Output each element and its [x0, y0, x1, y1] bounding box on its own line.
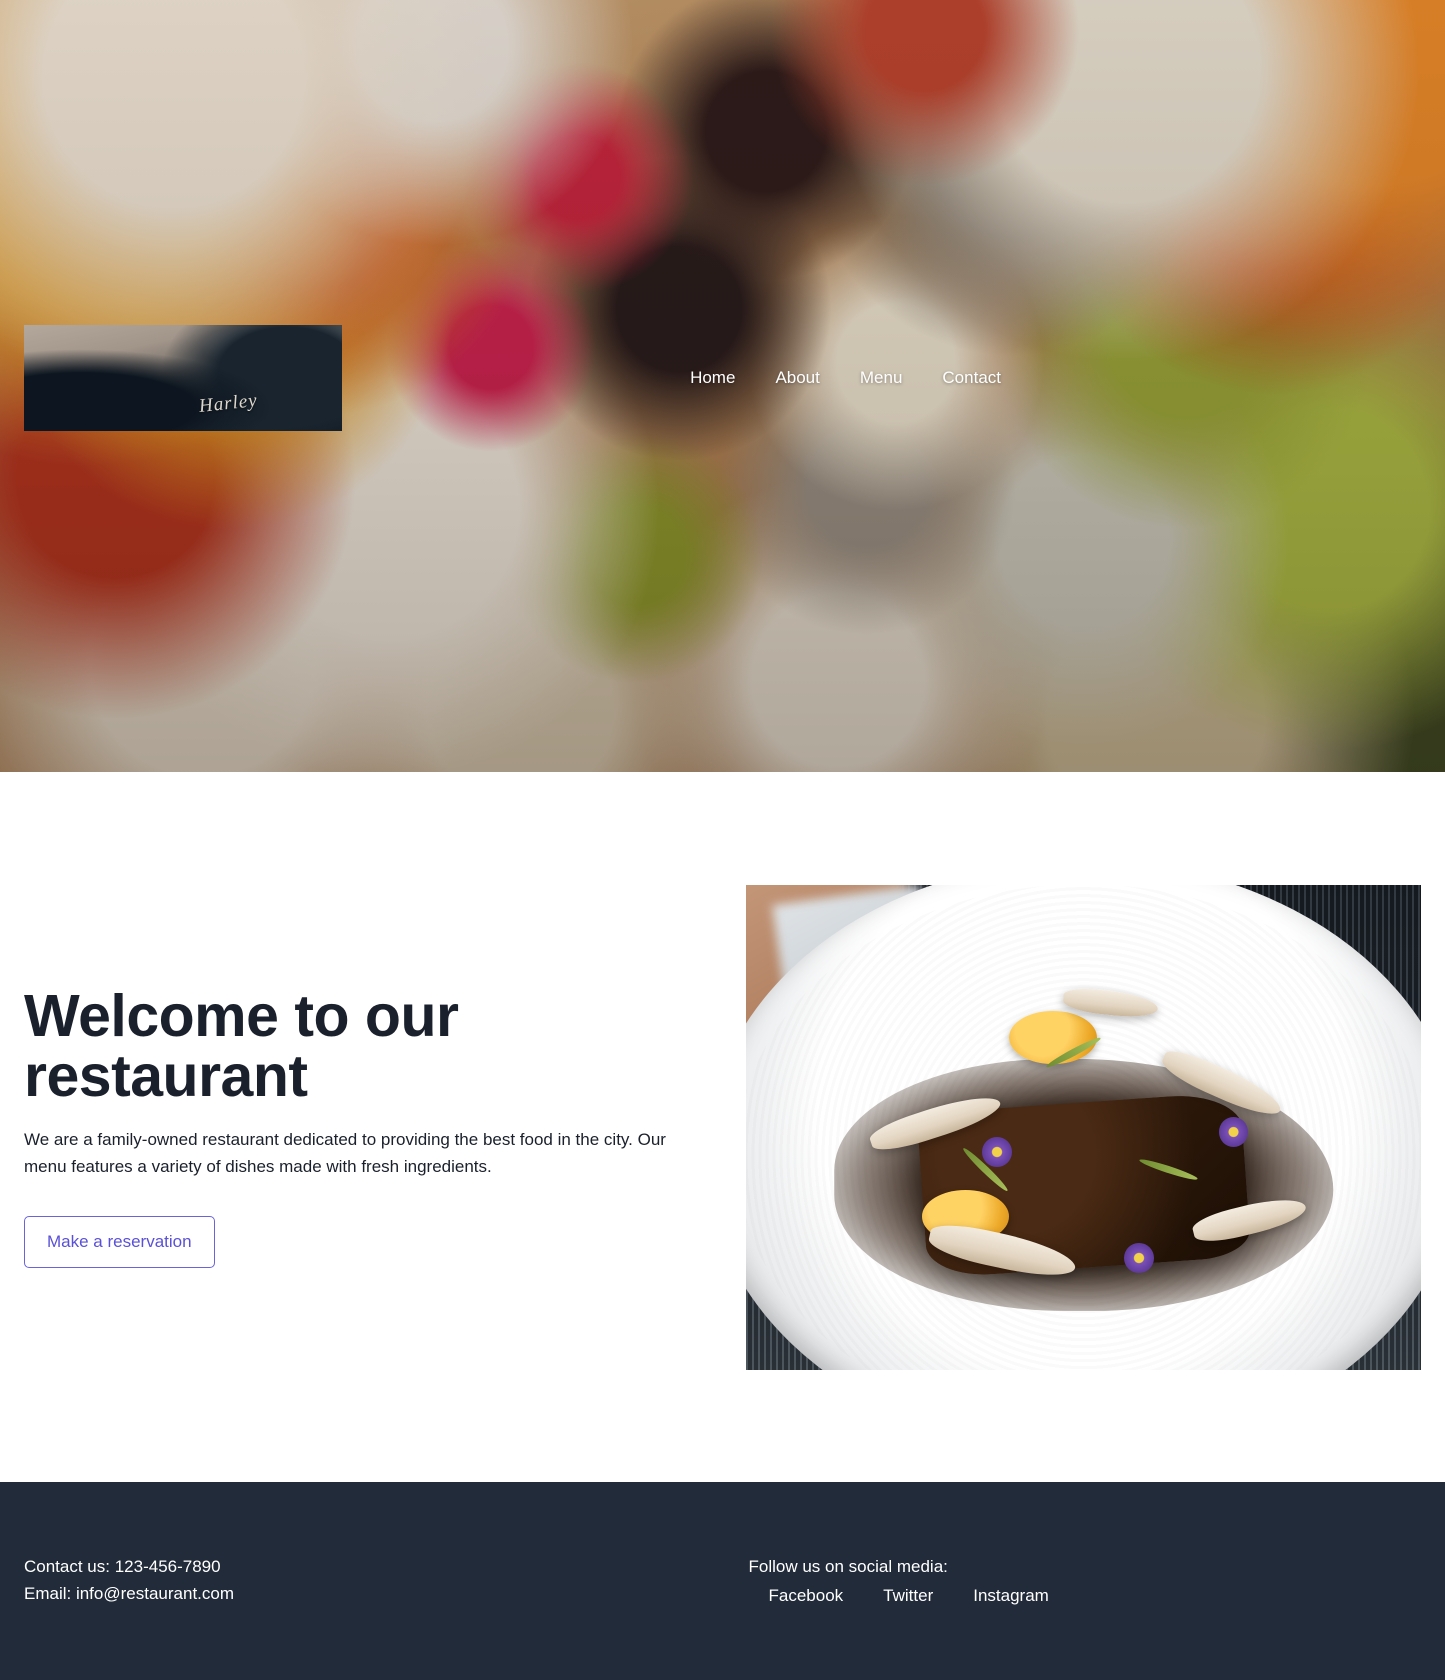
nav-item-home[interactable]: Home: [670, 366, 755, 390]
social-link-twitter[interactable]: Twitter: [863, 1582, 953, 1609]
edible-flower: [982, 1136, 1012, 1167]
welcome-text-column: Welcome to our restaurant We are a famil…: [0, 982, 722, 1269]
footer-email: Email: info@restaurant.com: [24, 1584, 235, 1603]
footer-contact-column: Contact us: 123-456-7890 Email: info@res…: [24, 1553, 723, 1609]
footer-social-heading: Follow us on social media:: [748, 1557, 948, 1576]
make-reservation-button[interactable]: Make a reservation: [24, 1216, 215, 1269]
logo-image: [24, 325, 342, 431]
footer-layout: Contact us: 123-456-7890 Email: info@res…: [0, 1553, 1445, 1609]
page-title: Welcome to our restaurant: [24, 982, 459, 1109]
brand-logo[interactable]: Harley: [24, 325, 342, 431]
nav-links: Home About Menu Contact: [670, 366, 1021, 390]
puree-dollop-left: [1009, 1010, 1097, 1064]
welcome-section: Welcome to our restaurant We are a famil…: [0, 772, 1445, 1482]
footer-social-links: Facebook Twitter Instagram: [749, 1582, 1398, 1609]
nav-item-about[interactable]: About: [755, 366, 839, 390]
page-root: Harley Home About Menu Contact Welcome t…: [0, 0, 1445, 1680]
social-link-instagram[interactable]: Instagram: [953, 1582, 1069, 1609]
hero-header: Harley Home About Menu Contact: [0, 0, 1445, 772]
welcome-layout: Welcome to our restaurant We are a famil…: [0, 884, 1445, 1370]
main-navigation: Harley Home About Menu Contact: [0, 318, 1445, 438]
footer-phone: Contact us: 123-456-7890: [24, 1557, 221, 1576]
footer-social-column: Follow us on social media: Facebook Twit…: [723, 1553, 1422, 1609]
nav-item-menu[interactable]: Menu: [840, 366, 923, 390]
dish-image: [746, 884, 1421, 1370]
welcome-paragraph: We are a family-owned restaurant dedicat…: [24, 1130, 666, 1177]
nav-item-contact[interactable]: Contact: [922, 366, 1021, 390]
edible-flower: [1124, 1243, 1154, 1274]
social-link-facebook[interactable]: Facebook: [749, 1582, 864, 1609]
site-footer: Contact us: 123-456-7890 Email: info@res…: [0, 1482, 1445, 1680]
welcome-image-column: [722, 884, 1445, 1370]
